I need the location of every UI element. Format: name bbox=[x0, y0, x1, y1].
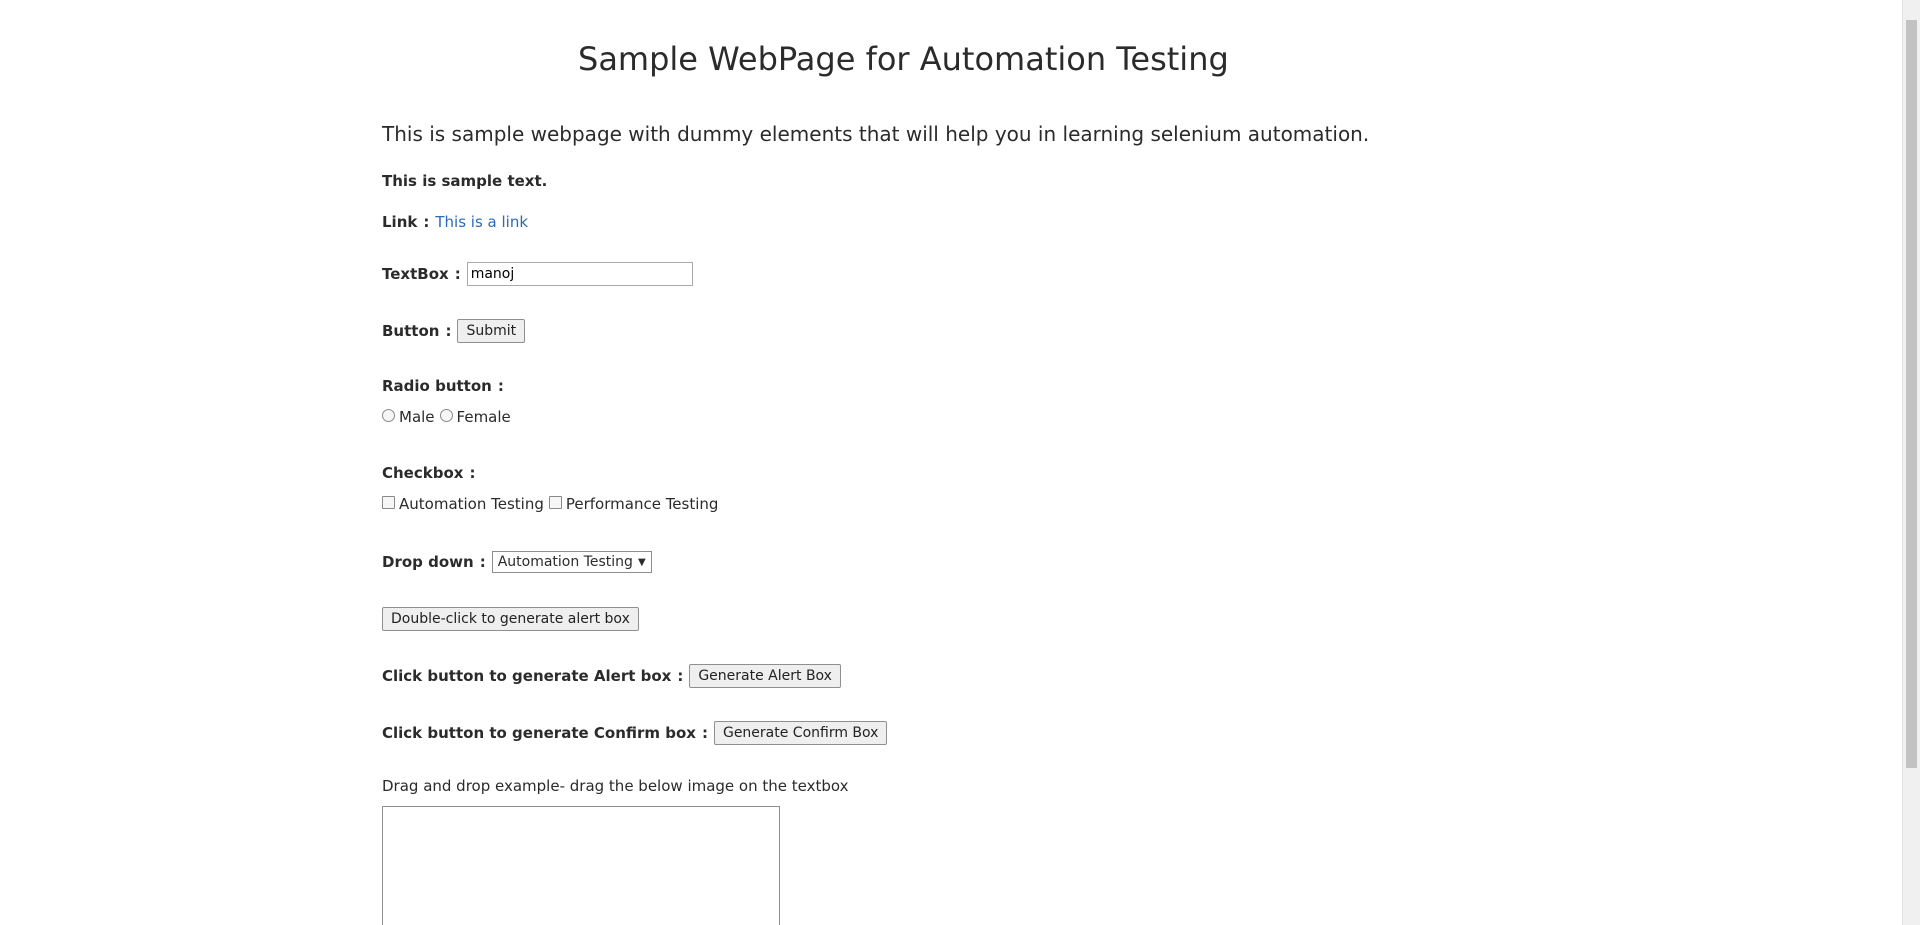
checkbox-performance-label: Performance Testing bbox=[565, 495, 719, 513]
double-click-alert-button[interactable]: Double-click to generate alert box bbox=[382, 607, 639, 631]
button-row: Button : Submit bbox=[382, 319, 526, 343]
generate-alert-button[interactable]: Generate Alert Box bbox=[689, 664, 841, 688]
checkbox-label-row: Checkbox : bbox=[382, 464, 481, 482]
confirm-colon: : bbox=[701, 724, 708, 742]
radio-female[interactable] bbox=[439, 408, 453, 422]
radio-label: Radio button bbox=[382, 377, 492, 395]
drag-drop-text: Drag and drop example- drag the below im… bbox=[382, 777, 849, 795]
confirm-row: Click button to generate Confirm box : G… bbox=[382, 721, 888, 745]
checkbox-automation[interactable] bbox=[382, 495, 395, 509]
drop-target-box[interactable] bbox=[382, 806, 780, 925]
dblclick-row: Double-click to generate alert box bbox=[382, 607, 639, 631]
checkbox-options: Automation Testing Performance Testing bbox=[382, 495, 723, 513]
textbox-label: TextBox bbox=[382, 265, 449, 283]
confirm-label: Click button to generate Confirm box bbox=[382, 724, 696, 742]
sample-text: This is sample text. bbox=[382, 172, 548, 190]
checkbox-label: Checkbox bbox=[382, 464, 464, 482]
radio-female-label: Female bbox=[456, 408, 511, 426]
dropdown-row: Drop down : Automation Testing ▼ bbox=[382, 551, 652, 573]
intro-text: This is sample webpage with dummy elemen… bbox=[382, 122, 1370, 146]
checkbox-option-performance[interactable]: Performance Testing bbox=[548, 495, 719, 513]
link-label: Link bbox=[382, 213, 418, 231]
vertical-scrollbar[interactable] bbox=[1902, 0, 1920, 925]
sample-link[interactable]: This is a link bbox=[435, 213, 528, 231]
page: Sample WebPage for Automation Testing Th… bbox=[0, 0, 1920, 925]
testing-type-dropdown[interactable]: Automation Testing ▼ bbox=[491, 551, 652, 573]
radio-option-male[interactable]: Male bbox=[382, 408, 435, 426]
link-colon: : bbox=[423, 213, 430, 231]
link-row: Link : This is a link bbox=[382, 213, 528, 231]
checkbox-automation-label: Automation Testing bbox=[399, 495, 544, 513]
scrollbar-thumb[interactable] bbox=[1906, 20, 1917, 768]
alert-colon: : bbox=[677, 667, 684, 685]
dropdown-colon: : bbox=[479, 553, 486, 571]
button-colon: : bbox=[445, 322, 452, 340]
alert-label: Click button to generate Alert box bbox=[382, 667, 672, 685]
dropdown-label: Drop down bbox=[382, 553, 474, 571]
textbox-colon: : bbox=[454, 265, 461, 283]
textbox-input[interactable] bbox=[466, 262, 693, 286]
alert-row: Click button to generate Alert box : Gen… bbox=[382, 664, 841, 688]
textbox-row: TextBox : bbox=[382, 262, 693, 286]
submit-button[interactable]: Submit bbox=[457, 319, 526, 343]
radio-male[interactable] bbox=[382, 408, 395, 422]
dropdown-selected-value: Automation Testing bbox=[497, 554, 633, 570]
generate-confirm-button[interactable]: Generate Confirm Box bbox=[713, 721, 888, 745]
button-label: Button bbox=[382, 322, 440, 340]
radio-options: Male Female bbox=[382, 408, 516, 426]
checkbox-colon: : bbox=[469, 464, 476, 482]
page-title: Sample WebPage for Automation Testing bbox=[578, 40, 1229, 78]
chevron-down-icon: ▼ bbox=[638, 556, 646, 568]
checkbox-option-automation[interactable]: Automation Testing bbox=[382, 495, 544, 513]
radio-male-label: Male bbox=[399, 408, 435, 426]
radio-colon: : bbox=[497, 377, 504, 395]
radio-option-female[interactable]: Female bbox=[439, 408, 511, 426]
radio-label-row: Radio button : bbox=[382, 377, 510, 395]
checkbox-performance[interactable] bbox=[548, 495, 562, 509]
